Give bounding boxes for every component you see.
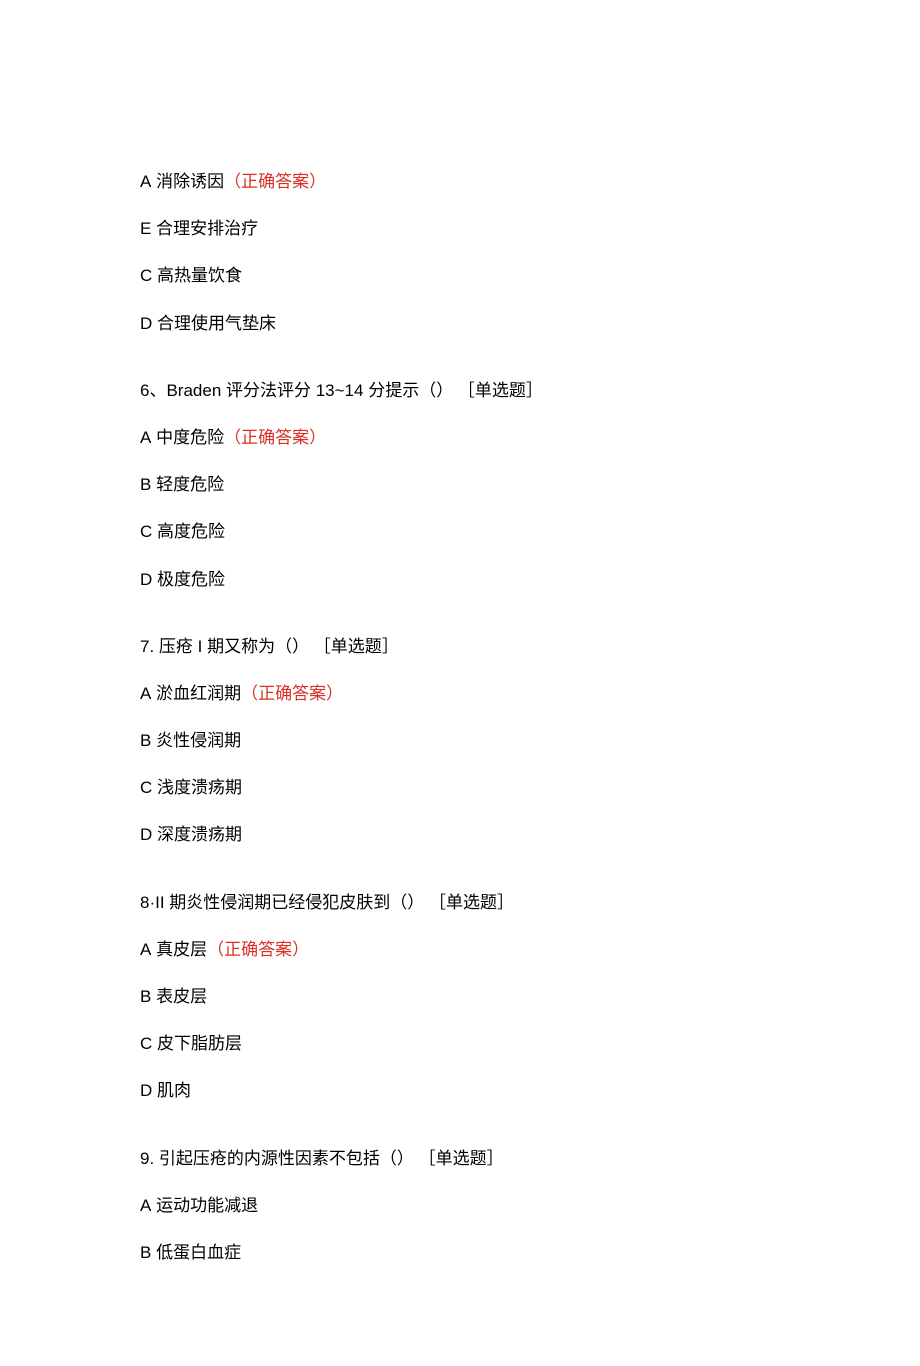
option-label: D: [140, 314, 152, 333]
option-line: D 深度溃疡期: [140, 821, 780, 848]
option-text: 表皮层: [151, 987, 207, 1006]
option-text: 炎性侵润期: [151, 731, 241, 750]
option-text: 深度溃疡期: [152, 825, 242, 844]
option-text: 肌肉: [152, 1081, 191, 1100]
correct-answer-label: （正确答案）: [241, 684, 343, 703]
option-line: A 中度危险（正确答案）: [140, 424, 780, 451]
option-line: E 合理安排治疗: [140, 215, 780, 242]
option-line: C 高度危险: [140, 518, 780, 545]
question-text: 7. 压疮 I 期又称为（） ［单选题］: [140, 633, 780, 660]
question-block: A 消除诱因（正确答案） E 合理安排治疗 C 高热量饮食 D 合理使用气垫床: [140, 168, 780, 337]
question-text: 8·II 期炎性侵润期已经侵犯皮肤到（） ［单选题］: [140, 889, 780, 916]
option-label: B: [140, 987, 151, 1006]
option-text: 合理安排治疗: [151, 219, 258, 238]
option-text: 极度危险: [152, 570, 225, 589]
option-line: A 消除诱因（正确答案）: [140, 168, 780, 195]
option-text: 淤血红润期: [151, 684, 241, 703]
question-text: 9. 引起压疮的内源性因素不包括（） ［单选题］: [140, 1145, 780, 1172]
option-label: A: [140, 684, 151, 703]
option-label: A: [140, 428, 151, 447]
correct-answer-label: （正确答案）: [207, 940, 309, 959]
option-text: 高度危险: [152, 522, 225, 541]
correct-answer-label: （正确答案）: [224, 428, 326, 447]
option-label: C: [140, 1034, 152, 1053]
option-line: C 浅度溃疡期: [140, 774, 780, 801]
question-block: 8·II 期炎性侵润期已经侵犯皮肤到（） ［单选题］ A 真皮层（正确答案） B 表…: [140, 889, 780, 1105]
correct-answer-label: （正确答案）: [224, 172, 326, 191]
option-line: B 表皮层: [140, 983, 780, 1010]
option-label: C: [140, 778, 152, 797]
option-line: A 真皮层（正确答案）: [140, 936, 780, 963]
option-label: A: [140, 940, 151, 959]
option-line: C 高热量饮食: [140, 262, 780, 289]
option-text: 真皮层: [151, 940, 207, 959]
option-label: C: [140, 522, 152, 541]
option-label: B: [140, 1243, 151, 1262]
option-label: B: [140, 731, 151, 750]
option-label: A: [140, 1196, 151, 1215]
option-line: B 炎性侵润期: [140, 727, 780, 754]
question-block: 9. 引起压疮的内源性因素不包括（） ［单选题］ A 运动功能减退 B 低蛋白血症: [140, 1145, 780, 1267]
option-line: D 合理使用气垫床: [140, 310, 780, 337]
option-label: C: [140, 266, 152, 285]
option-label: A: [140, 172, 151, 191]
option-text: 皮下脂肪层: [152, 1034, 242, 1053]
option-label: E: [140, 219, 151, 238]
question-text: 6、Braden 评分法评分 13~14 分提示（） ［单选题］: [140, 377, 780, 404]
question-block: 7. 压疮 I 期又称为（） ［单选题］ A 淤血红润期（正确答案） B 炎性侵润期…: [140, 633, 780, 849]
option-label: B: [140, 475, 151, 494]
option-line: D 极度危险: [140, 566, 780, 593]
option-text: 运动功能减退: [151, 1196, 258, 1215]
option-label: D: [140, 1081, 152, 1100]
option-line: B 轻度危险: [140, 471, 780, 498]
option-text: 消除诱因: [151, 172, 224, 191]
option-text: 中度危险: [151, 428, 224, 447]
option-line: A 淤血红润期（正确答案）: [140, 680, 780, 707]
document-content: A 消除诱因（正确答案）E 合理安排治疗C 高热量饮食D 合理使用气垫床6、Br…: [140, 168, 780, 1266]
option-line: C 皮下脂肪层: [140, 1030, 780, 1057]
option-text: 轻度危险: [151, 475, 224, 494]
option-text: 高热量饮食: [152, 266, 242, 285]
option-line: B 低蛋白血症: [140, 1239, 780, 1266]
option-label: D: [140, 825, 152, 844]
option-line: A 运动功能减退: [140, 1192, 780, 1219]
option-line: D 肌肉: [140, 1077, 780, 1104]
option-text: 合理使用气垫床: [152, 314, 276, 333]
option-label: D: [140, 570, 152, 589]
option-text: 低蛋白血症: [151, 1243, 241, 1262]
question-block: 6、Braden 评分法评分 13~14 分提示（） ［单选题］ A 中度危险（正…: [140, 377, 780, 593]
option-text: 浅度溃疡期: [152, 778, 242, 797]
